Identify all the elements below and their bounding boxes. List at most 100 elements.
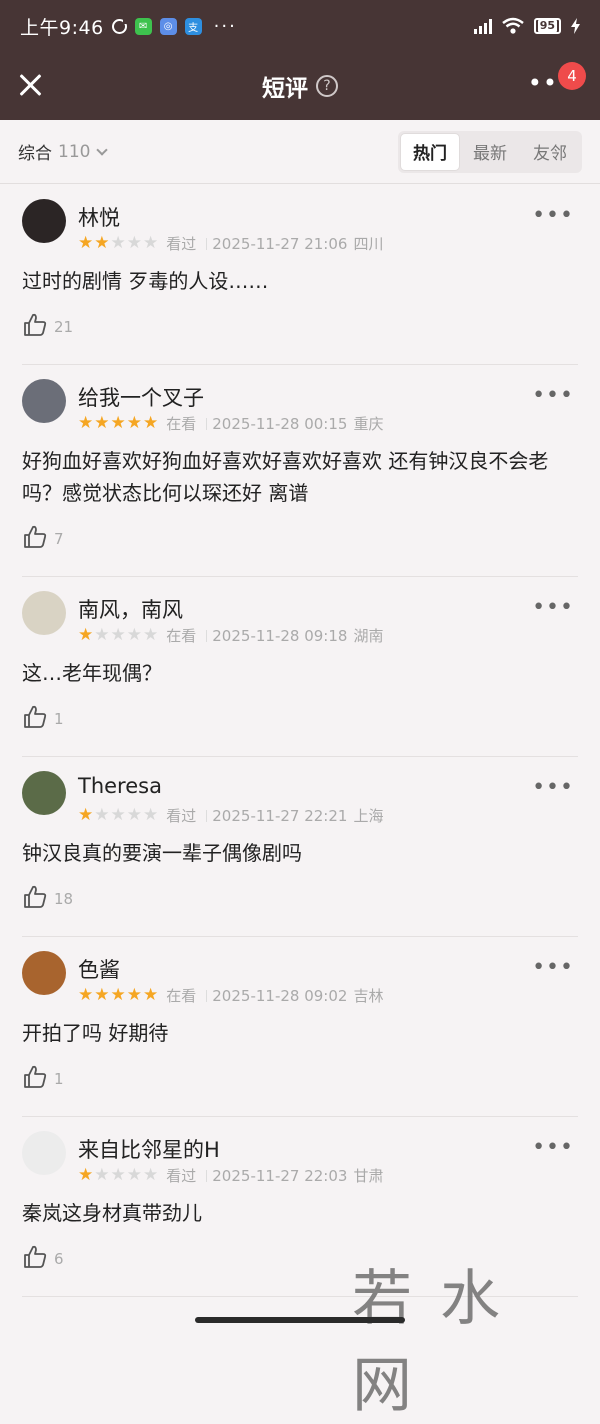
review-datetime: 2025-11-28 09:02 [212, 986, 348, 1005]
more-options-icon[interactable]: ••• [532, 777, 574, 799]
like-button[interactable]: 1 [22, 704, 64, 734]
help-icon[interactable]: ? [316, 75, 338, 97]
username[interactable]: 林悦 [78, 202, 120, 232]
review-datetime: 2025-11-27 21:06 [212, 234, 348, 253]
star-icon: ★ [143, 1165, 159, 1185]
review-content[interactable]: 秦岚这身材真带劲儿 [22, 1197, 570, 1229]
sort-dropdown[interactable]: 综合 [18, 139, 52, 164]
page-title: 短评 ? [262, 69, 338, 103]
username[interactable]: 色酱 [78, 954, 120, 984]
review-content[interactable]: 好狗血好喜欢好狗血好喜欢好喜欢好喜欢 还有钟汉良不会老吗？感觉状态比何以琛还好 … [22, 445, 570, 509]
divider [206, 417, 208, 430]
notification-badge: 4 [558, 62, 586, 90]
tab-friends[interactable]: 友邻 [520, 133, 580, 171]
star-icon: ★ [78, 985, 94, 1005]
review-meta: ★ ★ ★ ★ ★ 在看 2025-11-28 00:15 重庆 [78, 413, 383, 434]
like-count: 7 [54, 530, 64, 548]
divider [206, 629, 208, 642]
star-icon: ★ [94, 625, 110, 645]
thumbs-up-icon[interactable] [22, 704, 48, 734]
filter-bar: 综合 110 热门 最新 友邻 [0, 120, 600, 184]
divider [206, 237, 208, 250]
wechat-icon: ✉ [134, 17, 152, 35]
star-icon: ★ [126, 1165, 142, 1185]
star-icon: ★ [126, 413, 142, 433]
username[interactable]: 南风，南风 [78, 594, 183, 624]
avatar[interactable] [22, 199, 66, 243]
avatar[interactable] [22, 951, 66, 995]
more-button[interactable]: •• [528, 71, 558, 95]
home-indicator[interactable] [195, 1317, 405, 1323]
watch-status: 看过 [166, 235, 197, 253]
header: 短评 ? •• [0, 52, 600, 120]
review-content[interactable]: 开拍了吗 好期待 [22, 1017, 570, 1049]
thumbs-up-icon[interactable] [22, 312, 48, 342]
status-time: 上午9:46 [20, 16, 104, 39]
more-options-icon[interactable]: ••• [532, 205, 574, 227]
username[interactable]: 来自比邻星的H [78, 1134, 220, 1164]
star-icon: ★ [94, 1165, 110, 1185]
like-button[interactable]: 7 [22, 524, 64, 554]
review-location: 甘肃 [353, 1167, 384, 1185]
rating-stars: ★ ★ ★ ★ ★ [78, 1167, 158, 1184]
review-content[interactable]: 这…老年现偶？ [22, 657, 570, 689]
star-icon: ★ [126, 985, 142, 1005]
star-icon: ★ [94, 985, 110, 1005]
divider [206, 809, 208, 822]
thumbs-up-icon[interactable] [22, 884, 48, 914]
sync-icon [111, 18, 128, 34]
review-item[interactable]: 给我一个叉子 ★ ★ ★ ★ ★ 在看 2025-11-28 00:15 重庆 ••• 好狗血好喜欢… [22, 365, 578, 577]
star-icon: ★ [143, 413, 159, 433]
review-location: 吉林 [353, 987, 384, 1005]
review-content[interactable]: 钟汉良真的要演一辈子偶像剧吗 [22, 837, 570, 869]
more-options-icon[interactable]: ••• [532, 597, 574, 619]
thumbs-up-icon[interactable] [22, 1064, 48, 1094]
star-icon: ★ [143, 985, 159, 1005]
review-location: 上海 [353, 807, 384, 825]
tab-latest[interactable]: 最新 [460, 133, 520, 171]
review-meta: ★ ★ ★ ★ ★ 看过 2025-11-27 21:06 四川 [78, 233, 383, 254]
rating-stars: ★ ★ ★ ★ ★ [78, 627, 158, 644]
avatar[interactable] [22, 771, 66, 815]
like-button[interactable]: 18 [22, 884, 73, 914]
like-count: 1 [54, 710, 64, 728]
star-icon: ★ [126, 805, 142, 825]
star-icon: ★ [94, 805, 110, 825]
like-button[interactable]: 1 [22, 1064, 64, 1094]
more-options-icon[interactable]: ••• [532, 385, 574, 407]
charging-icon [571, 18, 580, 34]
rating-stars: ★ ★ ★ ★ ★ [78, 415, 158, 432]
close-button[interactable] [14, 68, 48, 102]
tab-hot[interactable]: 热门 [400, 132, 460, 171]
star-icon: ★ [110, 413, 126, 433]
avatar[interactable] [22, 1131, 66, 1175]
review-meta: ★ ★ ★ ★ ★ 看过 2025-11-27 22:03 甘肃 [78, 1165, 383, 1186]
watch-status: 看过 [166, 807, 197, 825]
avatar[interactable] [22, 591, 66, 635]
review-meta: ★ ★ ★ ★ ★ 在看 2025-11-28 09:02 吉林 [78, 985, 383, 1006]
battery-icon: 95 [533, 18, 561, 34]
review-count: 110 [58, 141, 91, 162]
username[interactable]: Theresa [78, 774, 162, 798]
review-item[interactable]: 南风，南风 ★ ★ ★ ★ ★ 在看 2025-11-28 09:18 湖南 ••• 这…老年现偶？… [22, 577, 578, 757]
star-icon: ★ [78, 233, 94, 253]
thumbs-up-icon[interactable] [22, 1244, 48, 1274]
watermark: 若水网 [352, 1264, 528, 1421]
like-button[interactable]: 21 [22, 312, 73, 342]
star-icon: ★ [143, 233, 159, 253]
avatar[interactable] [22, 379, 66, 423]
more-options-icon[interactable]: ••• [532, 1137, 574, 1159]
review-item[interactable]: Theresa ★ ★ ★ ★ ★ 看过 2025-11-27 22:21 上海 ••• 钟汉良真的… [22, 757, 578, 937]
review-item[interactable]: 林悦 ★ ★ ★ ★ ★ 看过 2025-11-27 21:06 四川 ••• 过时的剧情 歹毒的人… [22, 185, 578, 365]
review-content[interactable]: 过时的剧情 歹毒的人设…… [22, 265, 570, 297]
more-options-icon[interactable]: ••• [532, 957, 574, 979]
review-datetime: 2025-11-27 22:21 [212, 806, 348, 825]
watch-status: 在看 [166, 627, 197, 645]
review-item[interactable]: 色酱 ★ ★ ★ ★ ★ 在看 2025-11-28 09:02 吉林 ••• 开拍了吗 好期待 1 [22, 937, 578, 1117]
review-list: 林悦 ★ ★ ★ ★ ★ 看过 2025-11-27 21:06 四川 ••• 过时的剧情 歹毒的人… [0, 185, 600, 1297]
chevron-down-icon[interactable] [96, 143, 109, 156]
thumbs-up-icon[interactable] [22, 524, 48, 554]
username[interactable]: 给我一个叉子 [78, 382, 204, 412]
like-button[interactable]: 6 [22, 1244, 64, 1274]
watch-status: 在看 [166, 987, 197, 1005]
